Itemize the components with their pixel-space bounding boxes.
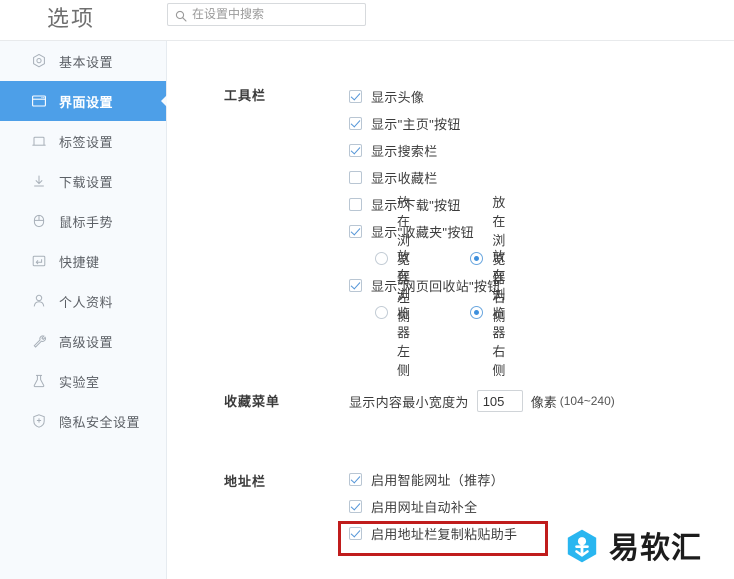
sidebar-item-shortcuts[interactable]: 快捷键 bbox=[0, 241, 166, 281]
radio-recycle-left[interactable] bbox=[375, 306, 388, 319]
min-width-label: 显示内容最小宽度为 bbox=[349, 394, 469, 410]
range-hint: (104~240) bbox=[559, 394, 615, 408]
search-icon bbox=[175, 9, 187, 22]
checkbox-label: 启用地址栏复制粘贴助手 bbox=[371, 527, 518, 542]
watermark-text: 易软汇 bbox=[609, 531, 702, 565]
keyboard-enter-icon bbox=[30, 252, 48, 270]
section-title: 收藏菜单 bbox=[224, 394, 281, 409]
radio-label: 放在浏览器左侧 bbox=[397, 249, 411, 378]
search-input[interactable] bbox=[192, 4, 360, 25]
checkbox-label: 启用智能网址（推荐） bbox=[371, 473, 505, 488]
sidebar-item-tab-settings[interactable]: 标签设置 bbox=[0, 121, 166, 161]
checkbox-label: 显示收藏栏 bbox=[371, 171, 438, 186]
sidebar-item-privacy-security[interactable]: 隐私安全设置 bbox=[0, 401, 166, 441]
section-title: 地址栏 bbox=[224, 474, 267, 489]
radio-group-recycle-position: 放在浏览器左侧 放在浏览器右侧 bbox=[349, 249, 506, 378]
checkbox-copy-paste-helper[interactable] bbox=[349, 527, 362, 540]
shield-plus-icon bbox=[30, 412, 48, 430]
header-bar: 选项 bbox=[0, 0, 734, 41]
checkbox-label: 启用网址自动补全 bbox=[371, 500, 478, 515]
checkbox-row-show-home-button[interactable]: 显示"主页"按钮 bbox=[349, 112, 506, 135]
sidebar-item-label: 隐私安全设置 bbox=[59, 414, 141, 430]
flask-icon bbox=[30, 372, 48, 390]
radio-recycle-right[interactable] bbox=[470, 306, 484, 319]
sidebar-item-download-settings[interactable]: 下载设置 bbox=[0, 161, 166, 201]
sidebar-item-label: 个人资料 bbox=[59, 294, 114, 310]
wrench-icon bbox=[30, 332, 48, 350]
checkbox-row-url-autocomplete[interactable]: 启用网址自动补全 bbox=[349, 495, 517, 518]
sidebar-item-label: 下载设置 bbox=[59, 174, 114, 190]
section-title: 工具栏 bbox=[224, 88, 267, 103]
checkbox-label: 显示"主页"按钮 bbox=[371, 117, 461, 132]
section-body: 启用智能网址（推荐） 启用网址自动补全 启用地址栏复制粘贴助手 bbox=[349, 468, 517, 549]
sidebar-item-label: 实验室 bbox=[59, 374, 100, 390]
checkbox-smart-url[interactable] bbox=[349, 473, 362, 486]
mouse-icon bbox=[30, 212, 48, 230]
watermark-logo-icon bbox=[564, 528, 600, 569]
sidebar: 基本设置 界面设置 标签设置 下载设置 鼠标手势 快捷键 个人资料 高级设置 实… bbox=[0, 41, 167, 579]
checkbox-row-copy-paste-helper[interactable]: 启用地址栏复制粘贴助手 bbox=[349, 522, 517, 545]
checkbox-show-favorites-button[interactable] bbox=[349, 225, 362, 238]
sidebar-item-label: 鼠标手势 bbox=[59, 214, 114, 230]
settings-panel: 工具栏 显示头像 显示"主页"按钮 显示搜索栏 显示收藏栏 显示"下载"按钮 显… bbox=[168, 41, 734, 579]
checkbox-show-search-bar[interactable] bbox=[349, 144, 362, 157]
person-icon bbox=[30, 292, 48, 310]
radio-favorites-left[interactable] bbox=[375, 252, 388, 265]
sidebar-item-label: 标签设置 bbox=[59, 134, 114, 150]
checkbox-show-home-button[interactable] bbox=[349, 117, 362, 130]
checkbox-row-show-search-bar[interactable]: 显示搜索栏 bbox=[349, 139, 506, 162]
min-width-input[interactable] bbox=[476, 390, 523, 412]
checkbox-url-autocomplete[interactable] bbox=[349, 500, 362, 513]
tab-icon bbox=[30, 132, 48, 150]
download-arrow-icon bbox=[30, 172, 48, 190]
unit-label: 像素 bbox=[530, 394, 557, 410]
sidebar-item-label: 基本设置 bbox=[59, 54, 114, 70]
search-box[interactable] bbox=[167, 3, 366, 26]
sidebar-item-lab[interactable]: 实验室 bbox=[0, 361, 166, 401]
checkbox-show-recycle-bin-button[interactable] bbox=[349, 279, 362, 292]
checkbox-show-bookmarks-bar[interactable] bbox=[349, 171, 362, 184]
checkbox-row-smart-url[interactable]: 启用智能网址（推荐） bbox=[349, 468, 517, 491]
section-body: 显示头像 显示"主页"按钮 显示搜索栏 显示收藏栏 显示"下载"按钮 显示"收藏… bbox=[349, 85, 506, 378]
radio-option-recycle-left[interactable]: 放在浏览器左侧 bbox=[375, 246, 410, 379]
page-title: 选项 bbox=[47, 6, 96, 31]
sidebar-item-mouse-gestures[interactable]: 鼠标手势 bbox=[0, 201, 166, 241]
checkbox-show-avatar[interactable] bbox=[349, 90, 362, 103]
sidebar-item-basic-settings[interactable]: 基本设置 bbox=[0, 41, 166, 81]
radio-option-recycle-right[interactable]: 放在浏览器右侧 bbox=[470, 246, 505, 379]
checkbox-row-show-bookmarks-bar[interactable]: 显示收藏栏 bbox=[349, 166, 506, 189]
sidebar-item-label: 界面设置 bbox=[59, 94, 114, 110]
hexagon-gear-icon bbox=[30, 52, 48, 70]
checkbox-label: 显示头像 bbox=[371, 90, 425, 105]
section-body: 显示内容最小宽度为 像素 (104~240) bbox=[349, 389, 615, 413]
checkbox-show-download-button[interactable] bbox=[349, 198, 362, 211]
sidebar-item-advanced-settings[interactable]: 高级设置 bbox=[0, 321, 166, 361]
sidebar-item-label: 高级设置 bbox=[59, 334, 114, 350]
options-window: 选项 基本设置 bbox=[0, 0, 734, 579]
window-icon bbox=[30, 92, 48, 110]
sidebar-item-interface-settings[interactable]: 界面设置 bbox=[0, 81, 167, 121]
checkbox-row-show-avatar[interactable]: 显示头像 bbox=[349, 85, 506, 108]
sidebar-item-profile[interactable]: 个人资料 bbox=[0, 281, 166, 321]
sidebar-item-label: 快捷键 bbox=[59, 254, 100, 270]
min-width-row: 显示内容最小宽度为 像素 (104~240) bbox=[349, 389, 615, 413]
checkbox-label: 显示搜索栏 bbox=[371, 144, 438, 159]
radio-label: 放在浏览器右侧 bbox=[492, 249, 506, 378]
watermark: 易软汇 bbox=[564, 528, 702, 569]
